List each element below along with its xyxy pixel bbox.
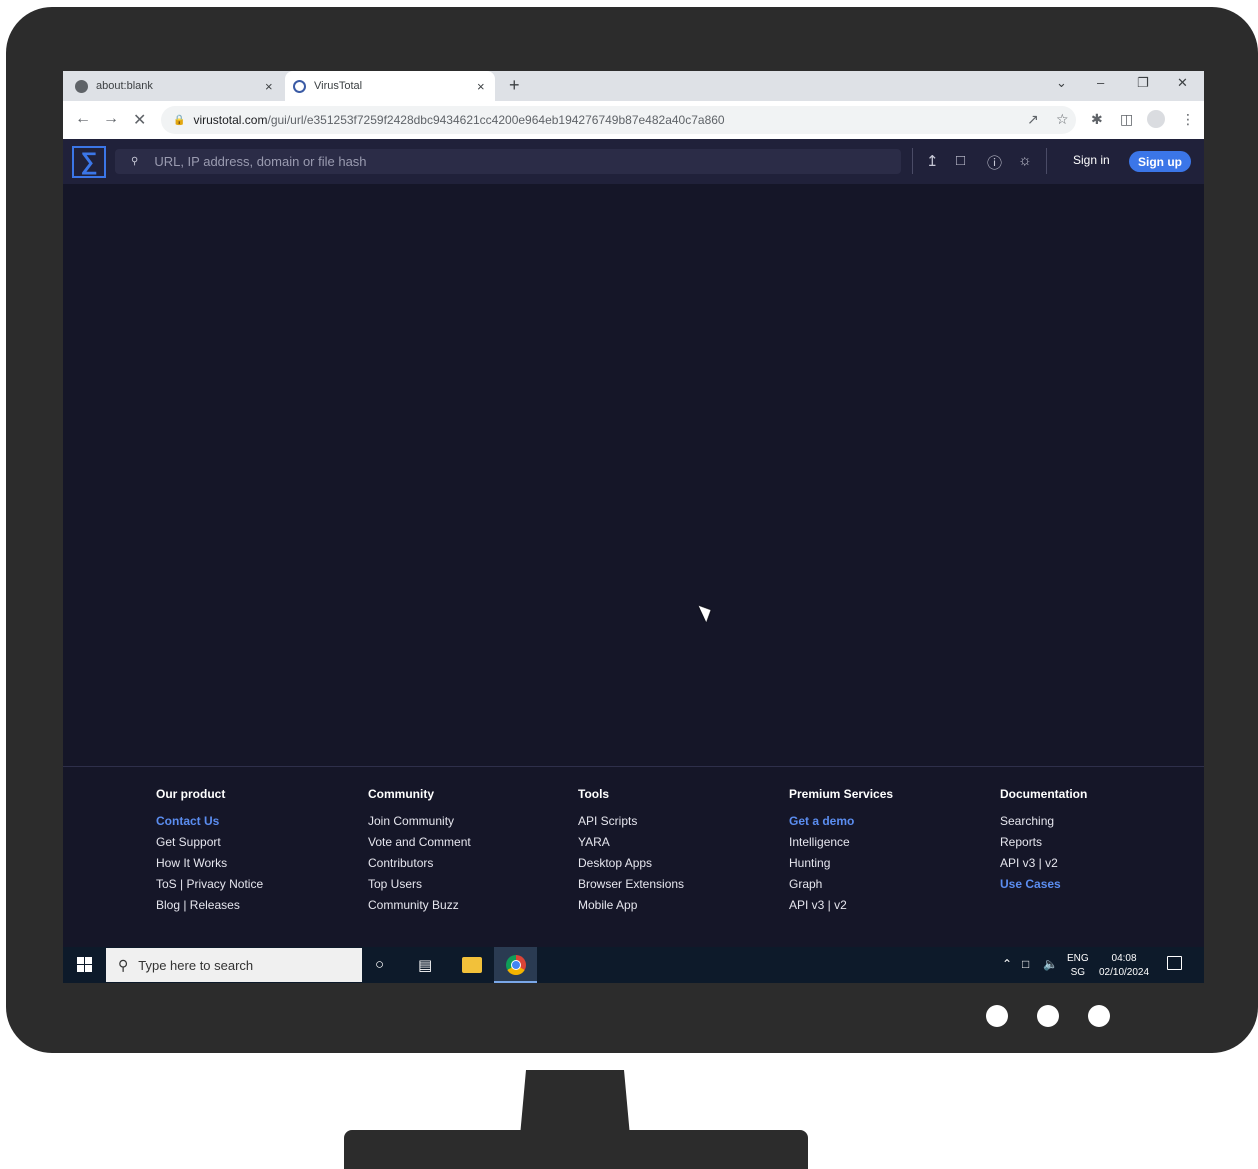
- search-icon: ⚲: [118, 956, 129, 973]
- footer-link[interactable]: YARA: [578, 835, 684, 856]
- virustotal-logo[interactable]: ∑: [72, 146, 106, 178]
- url-text: virustotal.com/gui/url/e351253f7259f2428…: [193, 113, 725, 127]
- tab-search-icon[interactable]: ⌄: [1056, 75, 1067, 91]
- tab-label: VirusTotal: [314, 80, 363, 92]
- monitor-button-1: [986, 1005, 1008, 1027]
- footer-link[interactable]: Use Cases: [1000, 877, 1087, 898]
- footer-link[interactable]: Mobile App: [578, 898, 684, 919]
- bookmark-star-icon[interactable]: ☆: [1056, 111, 1069, 128]
- footer-link[interactable]: Reports: [1000, 835, 1087, 856]
- footer-link[interactable]: Blog | Releases: [156, 898, 263, 919]
- header-divider: [912, 148, 913, 174]
- close-window-button[interactable]: ✕: [1177, 75, 1188, 91]
- task-view-icon[interactable]: ▤: [418, 956, 432, 974]
- search-placeholder: URL, IP address, domain or file hash: [154, 154, 367, 169]
- footer-link[interactable]: How It Works: [156, 856, 263, 877]
- upload-icon[interactable]: ↥: [926, 152, 939, 170]
- footer-heading: Community: [368, 787, 434, 801]
- footer-column-documentation: Documentation Searching Reports API v3 |…: [1000, 787, 1087, 898]
- monitor-stand-base: [344, 1130, 808, 1169]
- mouse-cursor-icon: [698, 601, 715, 623]
- footer-link[interactable]: API v3 | v2: [789, 898, 893, 919]
- tab-virustotal[interactable]: VirusTotal ×: [285, 71, 495, 101]
- comment-icon[interactable]: □: [956, 152, 965, 169]
- monitor-buttons: [986, 1005, 1110, 1027]
- footer-link[interactable]: Get Support: [156, 835, 263, 856]
- tab-close-icon[interactable]: ×: [265, 79, 273, 94]
- monitor-button-2: [1037, 1005, 1059, 1027]
- header-divider: [1046, 148, 1047, 174]
- help-icon[interactable]: ⓘ: [987, 152, 1002, 173]
- taskbar-clock[interactable]: 04:08 02/10/2024: [1099, 952, 1149, 980]
- taskbar-search-input[interactable]: ⚲ Type here to search: [106, 948, 362, 982]
- footer-link[interactable]: Get a demo: [789, 814, 893, 835]
- virustotal-favicon-icon: [293, 79, 306, 93]
- footer-link[interactable]: Top Users: [368, 877, 471, 898]
- footer-link[interactable]: Intelligence: [789, 835, 893, 856]
- monitor-button-3: [1088, 1005, 1110, 1027]
- profile-avatar-icon[interactable]: [1147, 110, 1165, 128]
- address-bar[interactable]: 🔒 virustotal.com/gui/url/e351253f7259f24…: [161, 106, 1076, 134]
- footer-heading: Tools: [578, 787, 610, 801]
- footer-link[interactable]: Searching: [1000, 814, 1087, 835]
- more-menu-icon[interactable]: ⋮: [1181, 111, 1195, 128]
- footer-link[interactable]: Contact Us: [156, 814, 263, 835]
- notification-icon[interactable]: [1167, 956, 1182, 970]
- footer-column-premium-services: Premium Services Get a demo Intelligence…: [789, 787, 893, 919]
- footer-link[interactable]: Hunting: [789, 856, 893, 877]
- forward-button[interactable]: →: [103, 110, 119, 128]
- footer-link[interactable]: Contributors: [368, 856, 471, 877]
- footer-heading: Premium Services: [789, 787, 894, 801]
- vt-search-input[interactable]: ⚲ URL, IP address, domain or file hash: [115, 149, 901, 174]
- monitor-stand-neck: [520, 1070, 630, 1136]
- new-tab-button[interactable]: +: [509, 75, 520, 96]
- footer-link[interactable]: API Scripts: [578, 814, 684, 835]
- tab-about-blank[interactable]: about:blank ×: [75, 71, 285, 101]
- footer-link[interactable]: Graph: [789, 877, 893, 898]
- chrome-icon: [506, 955, 526, 975]
- lock-icon: 🔒: [173, 114, 186, 126]
- footer-link[interactable]: Desktop Apps: [578, 856, 684, 877]
- network-icon[interactable]: □: [1022, 957, 1029, 971]
- footer-link[interactable]: Join Community: [368, 814, 471, 835]
- language-indicator[interactable]: ENG SG: [1067, 952, 1089, 980]
- footer-link[interactable]: ToS | Privacy Notice: [156, 877, 263, 898]
- tab-label: about:blank: [96, 80, 153, 92]
- browser-tab-strip: about:blank × VirusTotal × + ⌄ – ❐ ✕: [63, 71, 1204, 101]
- footer-link[interactable]: Vote and Comment: [368, 835, 471, 856]
- restore-button[interactable]: ❐: [1137, 75, 1149, 91]
- vt-header: ∑ ⚲ URL, IP address, domain or file hash…: [63, 139, 1204, 184]
- tab-close-icon[interactable]: ×: [477, 79, 485, 94]
- chrome-taskbar-button[interactable]: [494, 947, 537, 983]
- footer-column-community: Community Join Community Vote and Commen…: [368, 787, 471, 919]
- side-panel-icon[interactable]: ◫: [1120, 111, 1133, 128]
- share-icon[interactable]: ↗: [1027, 111, 1039, 128]
- footer-link[interactable]: Browser Extensions: [578, 877, 684, 898]
- footer-column-tools: Tools API Scripts YARA Desktop Apps Brow…: [578, 787, 684, 919]
- theme-sun-icon[interactable]: ☼: [1018, 152, 1032, 169]
- windows-taskbar: ⚲ Type here to search ○ ▤ ⌃ □ 🔈 ENG SG 0…: [63, 947, 1204, 983]
- sign-up-button[interactable]: Sign up: [1129, 151, 1191, 172]
- footer-column-our-product: Our product Contact Us Get Support How I…: [156, 787, 263, 919]
- footer-heading: Documentation: [1000, 787, 1088, 801]
- screen: about:blank × VirusTotal × + ⌄ – ❐ ✕ ← →…: [63, 71, 1204, 983]
- browser-toolbar: ← → ✕ 🔒 virustotal.com/gui/url/e351253f7…: [63, 101, 1204, 139]
- stop-loading-button[interactable]: ✕: [133, 110, 146, 130]
- windows-start-icon[interactable]: [77, 957, 93, 973]
- vt-footer: Our product Contact Us Get Support How I…: [63, 766, 1204, 947]
- globe-icon: [75, 79, 88, 93]
- footer-link[interactable]: Community Buzz: [368, 898, 471, 919]
- footer-link[interactable]: API v3 | v2: [1000, 856, 1087, 877]
- volume-icon[interactable]: 🔈: [1043, 957, 1058, 971]
- tray-chevron-up-icon[interactable]: ⌃: [1002, 957, 1012, 971]
- sign-in-link[interactable]: Sign in: [1073, 153, 1110, 167]
- search-icon: ⚲: [131, 156, 139, 167]
- back-button[interactable]: ←: [75, 110, 91, 128]
- cortana-icon[interactable]: ○: [375, 956, 384, 973]
- file-explorer-icon[interactable]: [462, 957, 482, 973]
- footer-heading: Our product: [156, 787, 226, 801]
- extensions-icon[interactable]: ✱: [1091, 111, 1103, 128]
- minimize-button[interactable]: –: [1097, 75, 1104, 90]
- taskbar-search-placeholder: Type here to search: [138, 957, 254, 973]
